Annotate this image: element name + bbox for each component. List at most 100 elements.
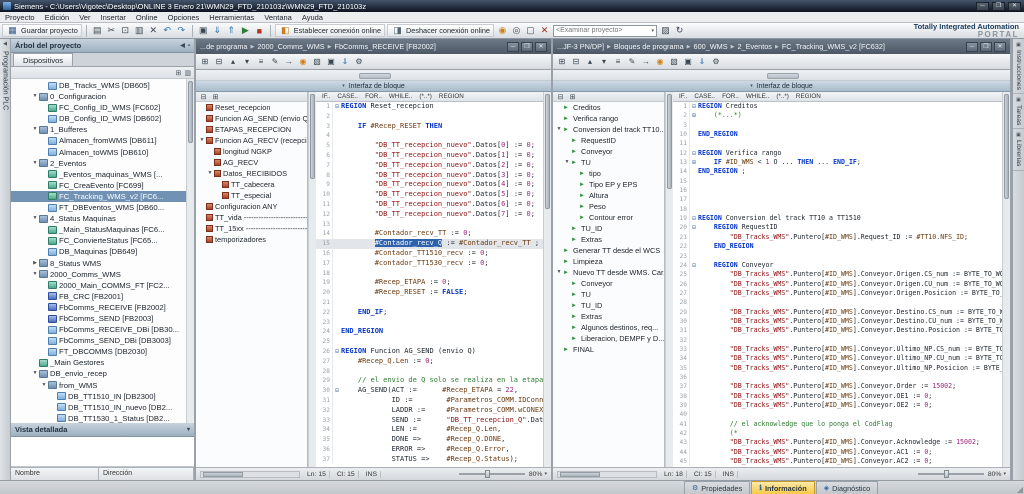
nav-item[interactable]: TT_vida ---------------------------- [196, 212, 307, 223]
expander-icon[interactable]: ▶ [31, 258, 39, 269]
save-project-button[interactable]: ▦ Guardar proyecto [2, 24, 82, 37]
nav-item[interactable]: TT_especial [196, 190, 307, 201]
scroll-thumb[interactable] [560, 472, 600, 477]
code-line[interactable]: 23 [673, 252, 1002, 261]
nav-item[interactable]: ▼Funcion AG_RECV (recepcion... [196, 135, 307, 146]
nav-item[interactable]: Reset_recepcion [196, 102, 307, 113]
snapshot-icon[interactable]: ▧ [668, 56, 680, 68]
refresh-icon[interactable]: ↻ [673, 24, 686, 37]
code-line[interactable]: 19⊟REGION Conversion del track TT10 a TT… [673, 214, 1002, 223]
chevron-down-icon[interactable]: ▾ [1003, 471, 1006, 477]
snapshot-icon[interactable]: ▧ [311, 56, 323, 68]
fold-icon[interactable]: ⊟ [333, 347, 341, 357]
scroll-thumb[interactable] [667, 94, 672, 189]
start-cpu-icon[interactable]: ▶ [239, 24, 252, 37]
code-line[interactable]: 18 [673, 205, 1002, 214]
online-led-icon[interactable]: ◉ [496, 24, 509, 37]
tree-item[interactable]: ▼2000_Comms_WMS [11, 269, 186, 280]
breadcrumb-item[interactable]: FbComms_RECEIVE [FB2002] [335, 42, 436, 51]
goto-icon[interactable]: → [640, 56, 652, 68]
nav-scrollbar[interactable] [308, 92, 316, 467]
tree-item[interactable]: DB_TT1510_IN [DB2300] [11, 391, 186, 402]
code-line[interactable]: 8 "DB_TT_recepcion_nuevo".Datos[3] := 0; [316, 171, 543, 181]
nav-item[interactable]: ►Conveyor [553, 146, 664, 157]
nav-item[interactable]: Configuracion ANY [196, 201, 307, 212]
code-line[interactable]: 14 #Contador_recv_TT := 0; [316, 229, 543, 239]
nav-item[interactable]: AG_RECV [196, 157, 307, 168]
code-line[interactable]: 17 [673, 195, 1002, 204]
minimize-button[interactable]: ─ [976, 2, 989, 11]
code-line[interactable]: 22 END_IF; [316, 308, 543, 318]
code-line[interactable]: 45 "DB_Tracks_WMS".Puntero[#ID_WMS].Conv… [673, 457, 1002, 466]
code-line[interactable]: 2⊞ (*...*) [673, 111, 1002, 120]
maximize-editor-icon[interactable]: ❐ [521, 42, 533, 52]
side-tab-instrucciones[interactable]: ▣Instrucciones [1013, 39, 1024, 94]
breadcrumb-item[interactable]: 2000_Comms_WMS [257, 42, 324, 51]
snippet-button[interactable]: IF.. [322, 93, 330, 100]
tab-información[interactable]: ℹInformación [751, 481, 814, 494]
code-line[interactable]: 5 "DB_TT_recepcion_nuevo".Datos[0] := 0; [316, 141, 543, 151]
fold-icon[interactable]: ⊟ [333, 386, 341, 396]
search-project-input[interactable]: <Examinar proyecto> ▾ [553, 25, 657, 37]
tree-item[interactable]: FC_Tracking_WMS_v2 [FC6... [11, 191, 186, 202]
collapse-all-icon[interactable]: ⊟ [556, 92, 565, 101]
side-tab-librerías[interactable]: ▣Librerías [1013, 129, 1024, 170]
tree-item[interactable]: ▼DB_envio_recep [11, 368, 186, 379]
detail-view-header[interactable]: Vista detallada ▾ [11, 423, 194, 437]
code-line[interactable]: 31 "DB_Tracks_WMS".Puntero[#ID_WMS].Conv… [673, 326, 1002, 335]
tree-item[interactable]: _Main Gestores [11, 357, 186, 368]
compile-icon[interactable]: ▣ [197, 24, 210, 37]
middle-nav[interactable]: Reset_recepcionFuncion AG_SEND (envio Q)… [196, 102, 307, 467]
expander-icon[interactable]: ▼ [40, 380, 48, 391]
breadcrumb-item[interactable]: ...de programa [200, 42, 247, 51]
code-line[interactable]: 39 "DB_Tracks_WMS".Puntero[#ID_WMS].Conv… [673, 401, 1002, 410]
nav-item[interactable]: ►Altura [553, 190, 664, 201]
snippet-button[interactable]: (*..*) [419, 93, 432, 100]
code-line[interactable]: 28 [316, 367, 543, 377]
chevron-down-icon[interactable]: ▾ [544, 471, 547, 477]
right-nav[interactable]: ►Creditos►Verifica rango▼►Conversion del… [553, 102, 664, 467]
tree-item[interactable]: FbComms_RECEIVE_DBi [DB30... [11, 324, 186, 335]
edit-icon[interactable]: ✎ [269, 56, 281, 68]
cross-reference-icon[interactable]: ✕ [538, 24, 551, 37]
code-line[interactable]: 32 LADDR := #Parametros_COMM.wCONEXI [316, 406, 543, 416]
nav-scrollbar[interactable] [665, 92, 673, 467]
snippet-button[interactable]: FOR.. [365, 93, 382, 100]
code-line[interactable]: 23 [316, 318, 543, 328]
expander-icon[interactable]: ▼ [563, 157, 571, 168]
nav-item[interactable]: ►Contour error [553, 212, 664, 223]
code-line[interactable]: 32 [673, 336, 1002, 345]
download-block-icon[interactable]: ⇓ [339, 56, 351, 68]
code-line[interactable]: 38 "DB_Tracks_WMS".Puntero[#ID_WMS].Conv… [673, 392, 1002, 401]
resize-grip[interactable]: ◢ [1017, 485, 1023, 494]
code-scrollbar[interactable] [543, 92, 551, 467]
h-scrollbar[interactable] [557, 471, 657, 478]
code-line[interactable]: 34 LEN := #Recep_Q.Len, [316, 425, 543, 435]
expander-icon[interactable]: ▼ [206, 168, 214, 179]
code-line[interactable]: 27 "DB_Tracks_WMS".Puntero[#ID_WMS].Conv… [673, 289, 1002, 298]
code-line[interactable]: 15 [673, 177, 1002, 186]
snippet-button[interactable]: REGION [796, 93, 821, 100]
interface-collapse-handle[interactable] [553, 70, 1010, 81]
code-line[interactable]: 15 #Contador_recv_Q := #Contador_recv_TT… [316, 239, 543, 249]
code-line[interactable]: 13 [316, 220, 543, 230]
code-line[interactable]: 4 [316, 131, 543, 141]
scroll-thumb[interactable] [310, 94, 315, 179]
code-line[interactable]: 11 "DB_TT_recepcion_nuevo".Datos[6] := 0… [316, 200, 543, 210]
code-line[interactable]: 13⊞ IF #ID_WMS < 1 O ... THEN ... END_IF… [673, 158, 1002, 167]
scroll-thumb[interactable] [545, 94, 550, 209]
expander-icon[interactable]: ▼ [31, 124, 39, 135]
code-line[interactable]: 41 // el acknowledge que lo ponga el Cod… [673, 420, 1002, 429]
ping-device-icon[interactable]: ◎ [510, 24, 523, 37]
delete-row-icon[interactable]: ⊟ [213, 56, 225, 68]
code-line[interactable]: 12⊟REGION Verifica rango [673, 149, 1002, 158]
tree-item[interactable]: DB_Config_ID_WMS [DB602] [11, 113, 186, 124]
code-line[interactable]: 33 SEND := "DB_TT_recepcion_Q".Dato [316, 416, 543, 426]
cut-icon[interactable]: ✂ [105, 24, 118, 37]
code-line[interactable]: 22 END_REGION [673, 242, 1002, 251]
breadcrumb-item[interactable]: 600_WMS [694, 42, 728, 51]
code-line[interactable]: 6 "DB_TT_recepcion_nuevo".Datos[1] := 0; [316, 151, 543, 161]
nav-item[interactable]: TT_cabecera [196, 179, 307, 190]
tab-diagnóstico[interactable]: ◈Diagnóstico [816, 481, 879, 494]
code-line[interactable]: 7 "DB_TT_recepcion_nuevo".Datos[2] := 0; [316, 161, 543, 171]
